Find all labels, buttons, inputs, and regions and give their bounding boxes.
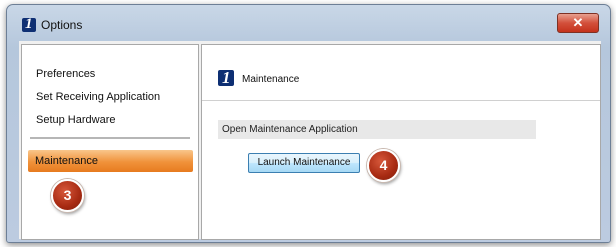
dialog-content: Preferences Set Receiving Application Se… — [19, 41, 601, 240]
close-button[interactable]: ✕ — [557, 13, 599, 33]
sidebar-item-setup-hardware[interactable]: Setup Hardware — [22, 109, 198, 131]
options-window: 1 Options ✕ Preferences Set Receiving Ap… — [6, 4, 611, 243]
sidebar-item-maintenance[interactable]: Maintenance — [28, 150, 193, 172]
section-title: Maintenance — [242, 74, 300, 85]
maintenance-panel: 1 Maintenance Open Maintenance Applicati… — [201, 44, 601, 240]
group-header: Open Maintenance Application — [218, 120, 536, 139]
window-title: Options — [41, 18, 83, 32]
sidebar-item-preferences[interactable]: Preferences — [22, 63, 198, 85]
title-bar[interactable]: 1 Options ✕ — [7, 5, 610, 35]
sidebar-item-set-receiving-application[interactable]: Set Receiving Application — [22, 86, 198, 108]
launch-maintenance-button[interactable]: Launch Maintenance — [248, 153, 360, 173]
section-logo-icon: 1 — [218, 68, 234, 87]
callout-badge-3: 3 — [51, 179, 84, 212]
callout-badge-4: 4 — [367, 149, 400, 182]
section-divider — [202, 100, 600, 101]
options-sidebar: Preferences Set Receiving Application Se… — [21, 44, 199, 240]
app-logo-icon: 1 — [22, 16, 36, 32]
sidebar-divider — [30, 137, 190, 139]
